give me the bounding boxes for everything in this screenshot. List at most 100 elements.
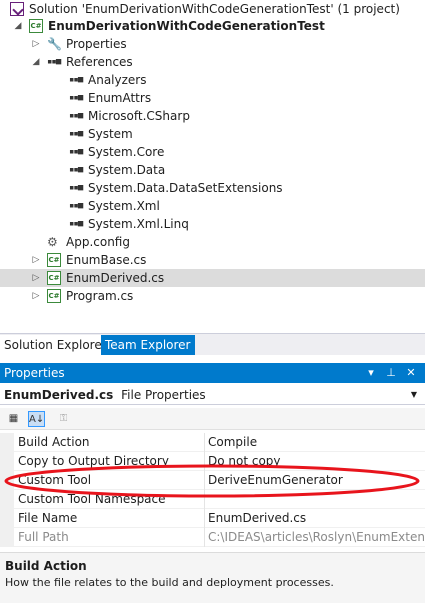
tree-item-enumderivationwithcodegenerationtest[interactable]: ◢ C# EnumDerivationWithCodeGenerationTest xyxy=(0,17,425,35)
tree-item-label: System.Core xyxy=(88,145,165,159)
config-file-icon: ⚙ xyxy=(47,235,58,249)
row-gutter xyxy=(0,452,14,471)
property-value: C:\IDEAS\articles\Roslyn\EnumExtension xyxy=(208,530,425,544)
row-gutter xyxy=(0,490,14,509)
property-row-custom-tool-namespace[interactable]: Custom Tool Namespace xyxy=(0,490,425,509)
reference-icon: ▪▪■ xyxy=(69,201,83,211)
reference-icon: ▪▪■ xyxy=(69,129,83,139)
property-value[interactable]: Do not copy xyxy=(208,452,425,471)
csharp-file-icon: C# xyxy=(47,253,61,267)
collapsed-arrow-icon[interactable]: ▷ xyxy=(31,251,41,269)
expanded-arrow-icon[interactable]: ◢ xyxy=(13,17,23,35)
tab-team-explorer[interactable]: Team Explorer xyxy=(101,335,195,355)
selected-object-name: EnumDerived.cs xyxy=(4,388,114,402)
tree-item-label: EnumDerivationWithCodeGenerationTest xyxy=(48,19,325,33)
column-divider xyxy=(204,490,205,509)
selected-object-type: File Properties xyxy=(121,388,206,402)
tree-item-system-data[interactable]: ▪▪■ System.Data xyxy=(0,161,425,179)
property-value[interactable]: DeriveEnumGenerator xyxy=(208,471,425,490)
tree-item-label: Microsoft.CSharp xyxy=(88,109,190,123)
tree-item-label: Analyzers xyxy=(88,73,147,87)
row-gutter xyxy=(0,509,14,528)
object-selector[interactable]: EnumDerived.cs File Properties ▼ xyxy=(0,385,425,405)
tree-item-system-xml[interactable]: ▪▪■ System.Xml xyxy=(0,197,425,215)
tree-item-label: EnumBase.cs xyxy=(66,253,147,267)
categorized-view-icon[interactable]: ▦ xyxy=(5,411,22,427)
tree-item-label: App.config xyxy=(66,235,130,249)
tree-item-label: System.Data.DataSetExtensions xyxy=(88,181,283,195)
property-value[interactable]: Compile xyxy=(208,433,425,452)
reference-icon: ▪▪■ xyxy=(69,111,83,121)
reference-icon: ▪▪■ xyxy=(69,165,83,175)
column-divider xyxy=(204,471,205,490)
tree-item-system-core[interactable]: ▪▪■ System.Core xyxy=(0,143,425,161)
tree-item-system[interactable]: ▪▪■ System xyxy=(0,125,425,143)
tree-item-app-config[interactable]: ⚙ App.config xyxy=(0,233,425,251)
properties-toolbar: ▦ A↓ ⚿ xyxy=(0,408,425,430)
tree-item-analyzers[interactable]: ▪▪■ Analyzers xyxy=(0,71,425,89)
property-row-copy-to-output-directory[interactable]: Copy to Output Directory Do not copy xyxy=(0,452,425,471)
tree-item-references[interactable]: ◢ ▪▪■ References xyxy=(0,53,425,71)
tree-item-system-data-datasetextensions[interactable]: ▪▪■ System.Data.DataSetExtensions xyxy=(0,179,425,197)
solution-explorer-tree: Solution 'EnumDerivationWithCodeGenerati… xyxy=(0,0,425,333)
explorer-tab-strip: Solution Explorer Team Explorer xyxy=(0,333,425,355)
collapsed-arrow-icon[interactable]: ▷ xyxy=(31,269,41,287)
property-name: Custom Tool Namespace xyxy=(18,492,166,506)
tree-item-enumbase-cs[interactable]: ▷ C# EnumBase.cs xyxy=(0,251,425,269)
pin-icon[interactable]: ⊥ xyxy=(384,363,398,383)
column-divider xyxy=(204,509,205,528)
property-row-full-path[interactable]: Full Path C:\IDEAS\articles\Roslyn\EnumEx… xyxy=(0,528,425,547)
csharp-file-icon: C# xyxy=(47,289,61,303)
property-row-custom-tool[interactable]: Custom Tool DeriveEnumGenerator xyxy=(0,471,425,490)
tree-item-label: References xyxy=(66,55,133,69)
tree-item-label: EnumDerived.cs xyxy=(66,271,165,285)
reference-icon: ▪▪■ xyxy=(69,147,83,157)
reference-icon: ▪▪■ xyxy=(69,183,83,193)
tree-item-label: Program.cs xyxy=(66,289,134,303)
alphabetical-sort-icon[interactable]: A↓ xyxy=(28,411,45,427)
properties-title-bar: Properties ▾ ⊥ ✕ xyxy=(0,363,425,383)
description-text: How the file relates to the build and de… xyxy=(5,576,334,589)
property-description-panel: Build Action How the file relates to the… xyxy=(0,552,425,603)
tree-item-microsoft-csharp[interactable]: ▪▪■ Microsoft.CSharp xyxy=(0,107,425,125)
property-name: File Name xyxy=(18,511,78,525)
chevron-down-icon[interactable]: ▼ xyxy=(411,385,417,405)
close-icon[interactable]: ✕ xyxy=(404,363,418,383)
tree-item-label: Solution 'EnumDerivationWithCodeGenerati… xyxy=(29,2,400,16)
column-divider xyxy=(204,528,205,547)
tree-item-properties[interactable]: ▷ 🔧 Properties xyxy=(0,35,425,53)
reference-icon: ▪▪■ xyxy=(69,93,83,103)
tree-item-solution-enumderivationwithcodegenerationtest-1-project[interactable]: Solution 'EnumDerivationWithCodeGenerati… xyxy=(0,0,425,18)
csharp-project-icon: C# xyxy=(29,19,43,33)
tree-item-program-cs[interactable]: ▷ C# Program.cs xyxy=(0,287,425,305)
property-name: Full Path xyxy=(18,530,69,544)
property-name: Build Action xyxy=(18,435,90,449)
tree-item-label: System.Xml.Linq xyxy=(88,217,189,231)
tree-item-enumderived-cs[interactable]: ▷ C# EnumDerived.cs xyxy=(0,269,425,287)
reference-icon: ▪▪■ xyxy=(47,57,61,67)
row-gutter xyxy=(0,528,14,547)
tree-item-system-xml-linq[interactable]: ▪▪■ System.Xml.Linq xyxy=(0,215,425,233)
csharp-file-icon: C# xyxy=(47,271,61,285)
tree-item-enumattrs[interactable]: ▪▪■ EnumAttrs xyxy=(0,89,425,107)
window-position-dropdown-icon[interactable]: ▾ xyxy=(364,363,378,383)
property-value[interactable]: EnumDerived.cs xyxy=(208,509,425,528)
property-row-file-name[interactable]: File Name EnumDerived.cs xyxy=(0,509,425,528)
property-name: Custom Tool xyxy=(18,473,92,487)
row-gutter xyxy=(0,471,14,490)
reference-icon: ▪▪■ xyxy=(69,219,83,229)
property-pages-icon[interactable]: ⚿ xyxy=(55,411,72,427)
row-gutter xyxy=(0,433,14,452)
properties-title: Properties xyxy=(4,366,65,380)
collapsed-arrow-icon[interactable]: ▷ xyxy=(31,287,41,305)
wrench-icon: 🔧 xyxy=(47,37,62,51)
column-divider xyxy=(204,452,205,471)
expanded-arrow-icon[interactable]: ◢ xyxy=(31,53,41,71)
property-row-build-action[interactable]: Build Action Compile xyxy=(0,433,425,452)
solution-icon xyxy=(10,2,24,16)
collapsed-arrow-icon[interactable]: ▷ xyxy=(31,35,41,53)
tree-item-label: EnumAttrs xyxy=(88,91,152,105)
reference-icon: ▪▪■ xyxy=(69,75,83,85)
tree-item-label: System.Xml xyxy=(88,199,160,213)
tab-solution-explorer[interactable]: Solution Explorer xyxy=(0,335,111,355)
